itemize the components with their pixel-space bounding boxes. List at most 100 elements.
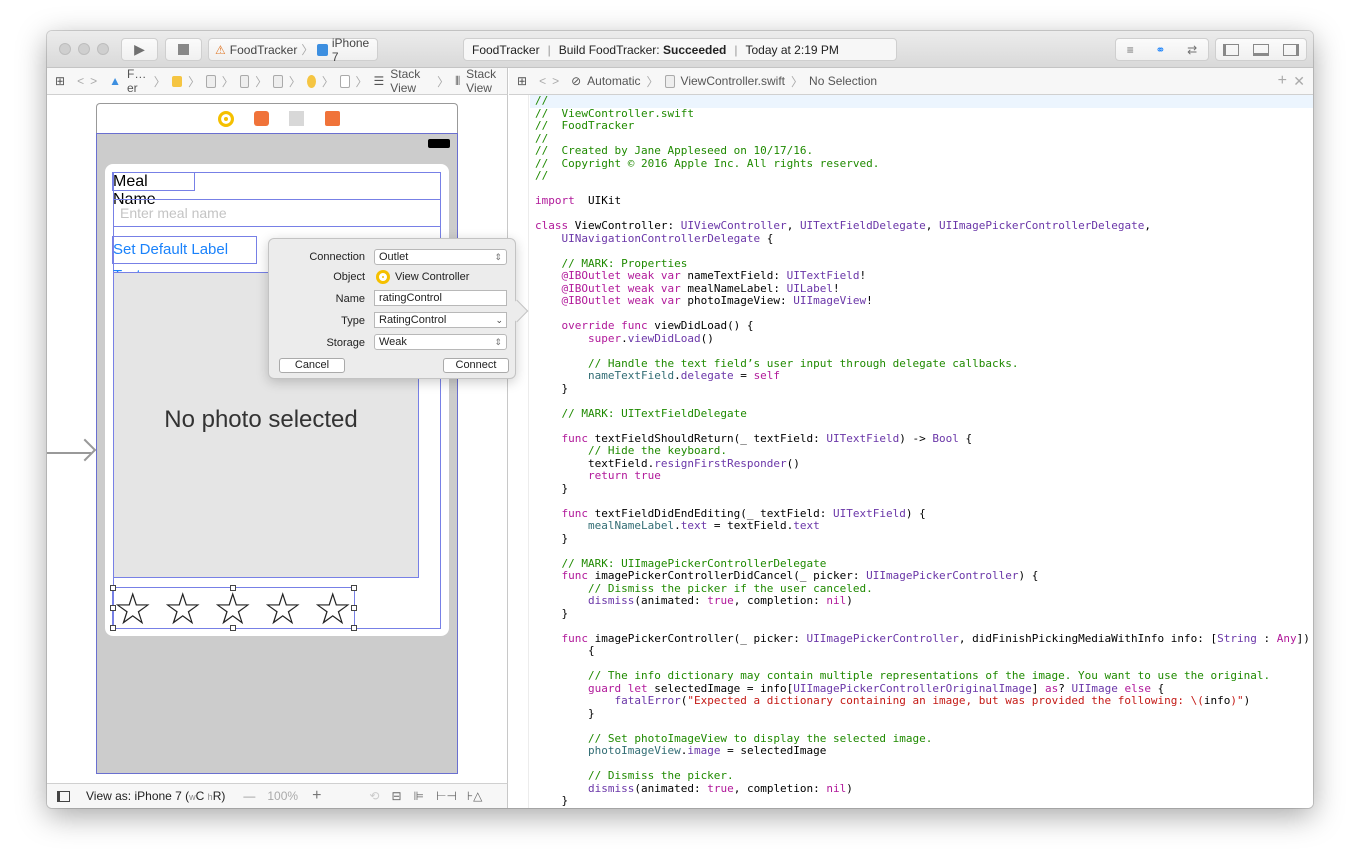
forward-icon[interactable]: > <box>552 74 559 88</box>
zoom-window-button[interactable] <box>97 43 109 55</box>
close-window-button[interactable] <box>59 43 71 55</box>
related-items-icon[interactable]: ⊞ <box>517 74 527 88</box>
code-line[interactable]: super.viewDidLoad() <box>535 331 714 346</box>
resize-handle[interactable] <box>351 605 357 611</box>
code-line[interactable]: fatalError("Expected a dictionary contai… <box>535 694 1250 708</box>
storage-select[interactable]: Weak ⇕ <box>374 334 507 350</box>
code-token: func <box>535 431 588 445</box>
code-line[interactable]: func imagePickerController(_ picker: UII… <box>535 632 1309 646</box>
resize-handle[interactable] <box>351 625 357 631</box>
code-line[interactable]: } <box>535 607 568 621</box>
set-default-label-button[interactable]: Set Default Label Text <box>112 236 257 284</box>
type-label: Type <box>341 315 365 327</box>
code-line[interactable]: } <box>535 794 568 808</box>
resize-handle[interactable] <box>230 585 236 591</box>
navigator-toggle-icon[interactable] <box>1223 43 1239 56</box>
stop-button[interactable] <box>165 38 202 61</box>
resize-handle[interactable] <box>110 625 116 631</box>
code-line[interactable]: // Copyright © 2016 Apple Inc. All right… <box>535 157 879 171</box>
name-input[interactable]: ratingControl <box>374 290 507 306</box>
resize-handle[interactable] <box>230 625 236 631</box>
zoom-out-icon[interactable]: — <box>243 789 255 803</box>
add-editor-icon[interactable]: + <box>1278 72 1287 90</box>
minimize-window-button[interactable] <box>78 43 90 55</box>
code-line[interactable]: dismiss(animated: true, completion: nil) <box>535 782 853 796</box>
code-line[interactable]: mealNameLabel.text = textField.text <box>535 519 820 533</box>
code-line[interactable]: // <box>535 169 548 183</box>
version-editor-icon[interactable]: ⇄ <box>1187 43 1197 57</box>
code-token: viewDidLoad <box>627 331 701 345</box>
folder-icon[interactable] <box>171 75 183 87</box>
star-icon[interactable]: ☆ <box>313 588 352 632</box>
crumb-automatic[interactable]: Automatic <box>587 74 640 88</box>
connection-select[interactable]: Outlet ⇕ <box>374 249 507 265</box>
star-icon[interactable]: ☆ <box>263 588 302 632</box>
code-line[interactable]: @IBOutlet weak var photoImageView: UIIma… <box>535 294 872 308</box>
code-line[interactable]: nameTextField.delegate = self <box>535 369 780 383</box>
zoom-in-icon[interactable]: + <box>312 787 321 805</box>
back-icon[interactable]: < <box>539 74 546 88</box>
code-line[interactable]: import UIKit <box>535 194 621 208</box>
resize-handle[interactable] <box>110 605 116 611</box>
code-token: image <box>687 744 721 757</box>
code-line[interactable]: } <box>535 482 568 496</box>
resolve-issues-icon[interactable]: ⊦△ <box>467 789 482 803</box>
resize-handle[interactable] <box>351 585 357 591</box>
code-line[interactable]: UINavigationControllerDelegate { <box>535 232 774 246</box>
storyboard-icon[interactable] <box>206 74 216 88</box>
code-line[interactable]: } <box>535 707 595 721</box>
related-items-icon[interactable]: ⊞ <box>55 74 65 88</box>
view-icon[interactable] <box>339 74 350 88</box>
embed-in-stack-icon[interactable]: ⊟ <box>391 789 401 803</box>
run-button[interactable]: ▶ <box>121 38 158 61</box>
storyboard-file-icon[interactable] <box>239 74 250 88</box>
code-line[interactable]: // FoodTracker <box>535 119 634 133</box>
star-icon[interactable]: ☆ <box>113 588 152 632</box>
debug-area-toggle-icon[interactable] <box>1253 43 1269 56</box>
forward-icon[interactable]: > <box>90 74 97 88</box>
crumb-stack-view[interactable]: Stack View <box>390 67 431 95</box>
scene-icon[interactable] <box>273 74 283 88</box>
code-line[interactable]: { <box>535 644 595 658</box>
assistant-editor-icon[interactable]: ⚭ <box>1155 43 1165 57</box>
add-constraints-icon[interactable]: ⊢⊣ <box>436 789 457 803</box>
code-token: @IBOutlet weak var <box>535 281 681 295</box>
align-icon[interactable]: ⊫ <box>414 789 424 803</box>
star-icon[interactable]: ☆ <box>213 588 252 632</box>
panel-toggle-segment[interactable] <box>1215 38 1307 61</box>
close-editor-icon[interactable]: ✕ <box>1293 73 1305 90</box>
view-as-button[interactable]: View as: iPhone 7 (wC hR) <box>86 789 225 803</box>
crumb-selection[interactable]: No Selection <box>809 74 877 88</box>
type-combo[interactable]: RatingControl ⌄ <box>374 312 507 328</box>
code-editor[interactable]: //// ViewController.swift// FoodTracker /… <box>509 95 1313 808</box>
editor-mode-segment[interactable]: ≡ ⚭ ⇄ <box>1115 38 1209 61</box>
crumb-project[interactable]: F…er <box>127 67 148 95</box>
star-icon[interactable]: ☆ <box>163 588 202 632</box>
utilities-toggle-icon[interactable] <box>1283 43 1299 56</box>
code-line[interactable]: } <box>535 532 568 546</box>
code-line[interactable]: } <box>535 382 568 396</box>
standard-editor-icon[interactable]: ≡ <box>1127 43 1134 57</box>
exit-icon[interactable] <box>325 111 340 126</box>
meal-name-label[interactable]: Meal Name <box>112 172 195 208</box>
code-line[interactable]: dismiss(animated: true, completion: nil) <box>535 594 853 608</box>
crumb-stack-view-selected[interactable]: Stack View <box>466 67 507 95</box>
scheme-selector[interactable]: ⚠ FoodTracker 〉 iPhone 7 <box>208 36 378 64</box>
code-token: ? <box>1058 681 1072 695</box>
view-controller-icon[interactable] <box>218 111 234 127</box>
meal-name-text-field[interactable]: Enter meal name <box>113 199 441 227</box>
resize-handle[interactable] <box>110 585 116 591</box>
image-picker-icon[interactable] <box>289 111 304 126</box>
code-line[interactable]: photoImageView.image = selectedImage <box>535 744 826 758</box>
back-icon[interactable]: < <box>77 74 84 88</box>
code-token: return true <box>535 469 661 482</box>
chevron-down-icon[interactable]: ⌄ <box>495 313 503 327</box>
cancel-button[interactable]: Cancel <box>279 358 345 373</box>
crumb-file[interactable]: ViewController.swift <box>681 74 785 88</box>
document-outline-toggle-icon[interactable] <box>57 790 70 802</box>
update-frames-icon[interactable]: ⟲ <box>369 789 379 803</box>
view-controller-icon[interactable] <box>306 74 316 88</box>
first-responder-icon[interactable] <box>254 111 269 126</box>
code-line[interactable]: // MARK: UITextFieldDelegate <box>535 407 746 421</box>
connect-button[interactable]: Connect <box>443 358 509 373</box>
